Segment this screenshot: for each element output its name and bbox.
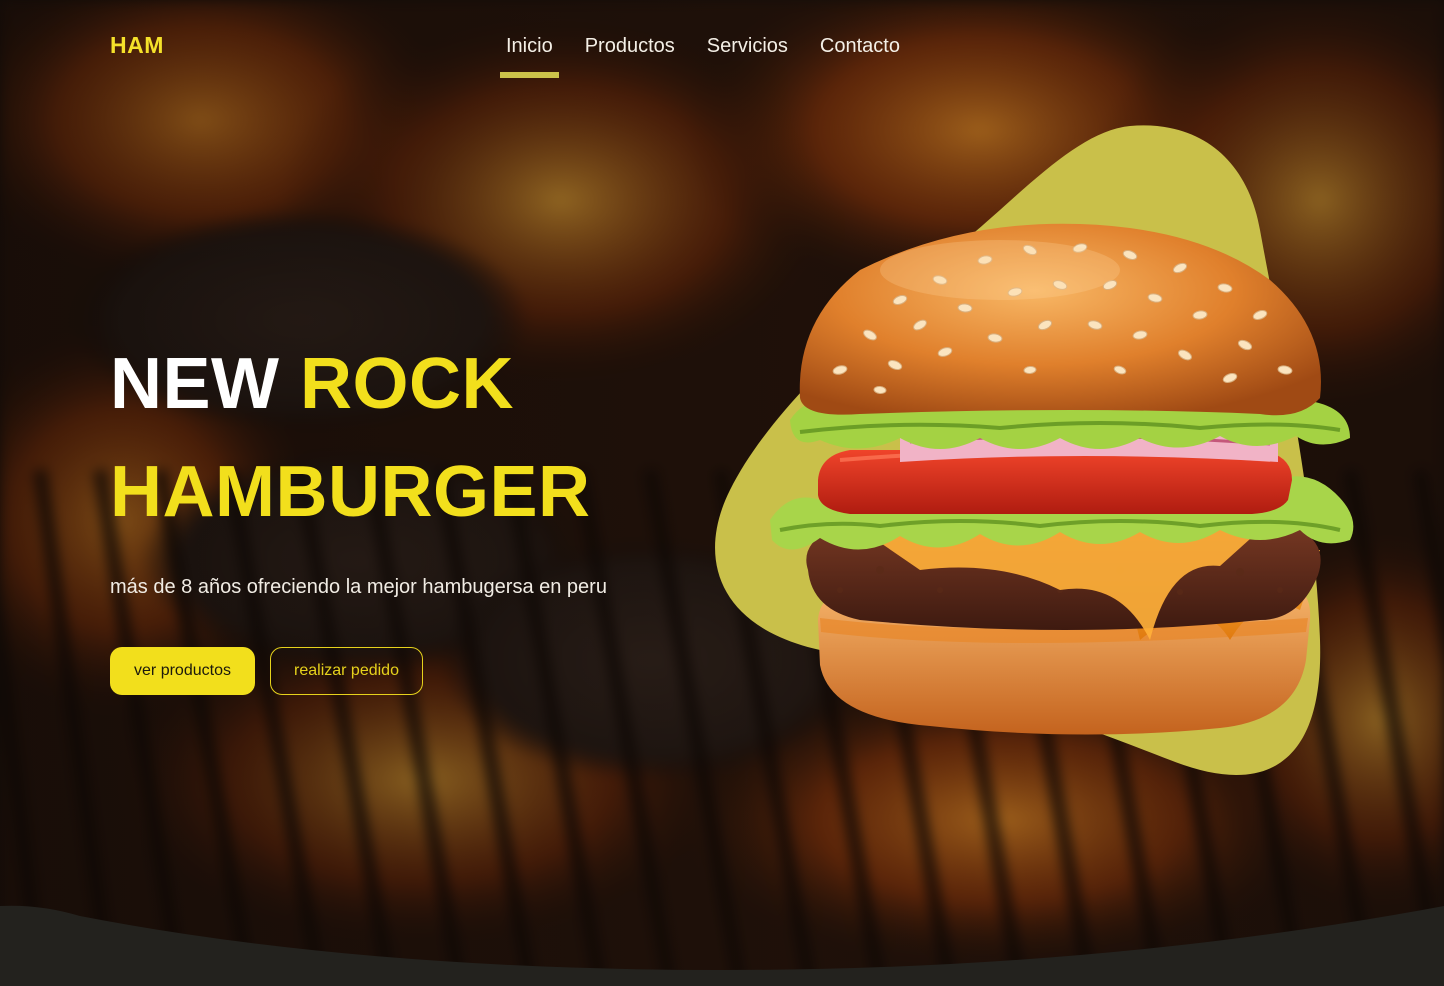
- view-products-button[interactable]: ver productos: [110, 647, 255, 695]
- burger-image: [715, 125, 1354, 776]
- nav-item-productos[interactable]: Productos: [569, 32, 691, 78]
- nav-item-inicio[interactable]: Inicio: [500, 32, 559, 78]
- hero-subtitle: más de 8 años ofreciendo la mejor hambug…: [110, 576, 607, 598]
- hero-title-hamburger: HAMBURGER: [110, 452, 591, 532]
- nav-item-contacto[interactable]: Contacto: [804, 32, 916, 78]
- hero-title: NEW ROCK HAMBURGER: [110, 330, 590, 546]
- place-order-button[interactable]: realizar pedido: [270, 647, 423, 695]
- main-nav: Inicio Productos Servicios Contacto: [500, 32, 916, 78]
- hero-image: [700, 120, 1380, 800]
- hero-title-rock: ROCK: [300, 344, 514, 424]
- nav-item-servicios[interactable]: Servicios: [691, 32, 804, 78]
- bottom-wave-divider: [0, 905, 1444, 986]
- brand-logo[interactable]: HAM: [110, 32, 164, 59]
- hero-title-new: NEW: [110, 344, 280, 424]
